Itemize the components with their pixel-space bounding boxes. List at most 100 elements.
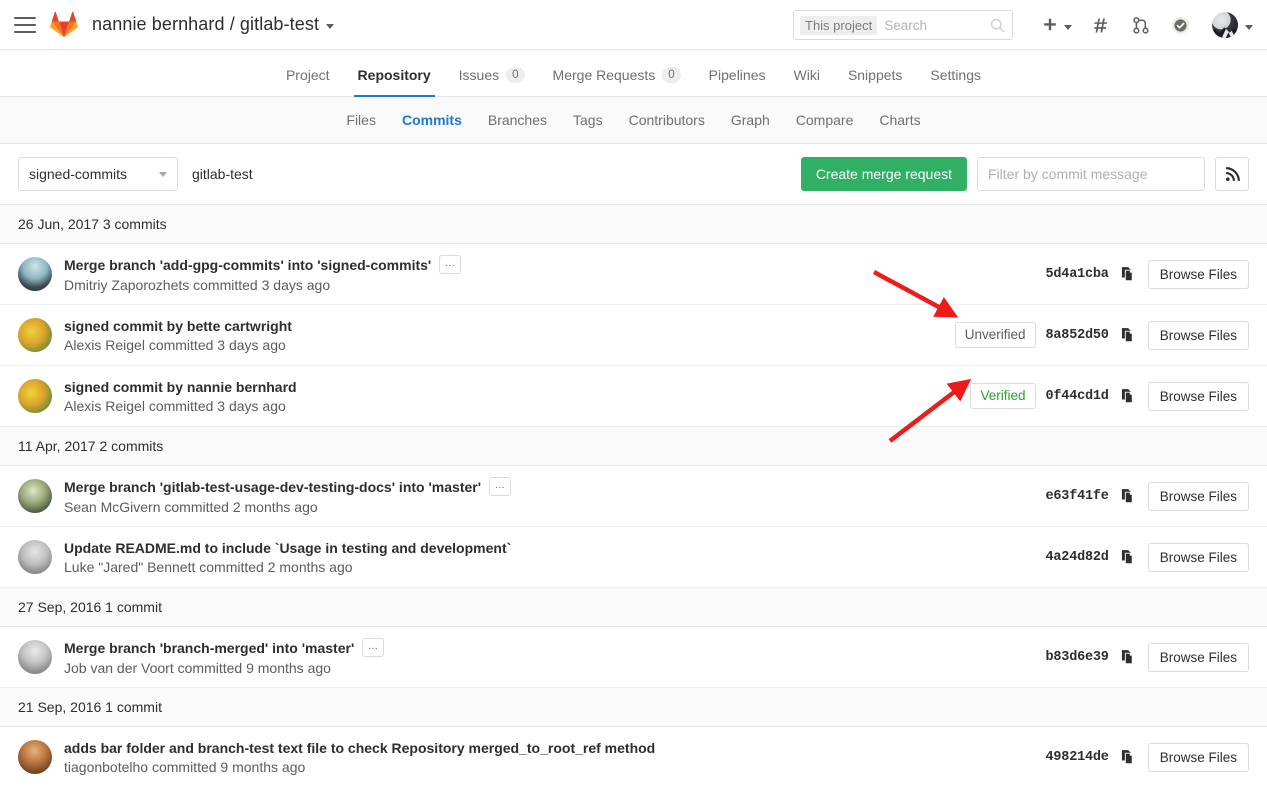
commit-title[interactable]: signed commit by bette cartwright xyxy=(64,318,945,334)
sub-nav-item-charts[interactable]: Charts xyxy=(866,112,933,128)
commit-row: Merge branch 'gitlab-test-usage-dev-test… xyxy=(0,466,1267,527)
commit-title[interactable]: Update README.md to include `Usage in te… xyxy=(64,540,1036,556)
user-menu-button[interactable] xyxy=(1201,0,1253,50)
expand-commit-description-button[interactable]: ... xyxy=(439,255,462,274)
commit-title[interactable]: Merge branch 'add-gpg-commits' into 'sig… xyxy=(64,255,1036,274)
commit-title-text: Merge branch 'gitlab-test-usage-dev-test… xyxy=(64,478,482,495)
copy-sha-button[interactable] xyxy=(1119,325,1138,345)
copy-icon xyxy=(1121,389,1133,404)
sub-nav-item-commits[interactable]: Commits xyxy=(389,112,475,128)
merge-requests-nav-button[interactable] xyxy=(1122,0,1160,50)
project-nav-item-snippets[interactable]: Snippets xyxy=(834,67,916,96)
browse-files-button[interactable]: Browse Files xyxy=(1147,259,1249,289)
commit-actions: Unverified 8a852d50 Browse Files xyxy=(954,320,1249,350)
search-box[interactable]: This project xyxy=(793,10,1013,40)
copy-sha-button[interactable] xyxy=(1119,486,1138,506)
commit-sha-link[interactable]: 8a852d50 xyxy=(1046,328,1109,343)
hash-icon xyxy=(1094,17,1108,33)
browse-files-button[interactable]: Browse Files xyxy=(1147,642,1249,672)
project-nav-item-wiki[interactable]: Wiki xyxy=(780,67,834,96)
commit-sha-link[interactable]: e63f41fe xyxy=(1046,489,1109,504)
project-nav-label: Issues xyxy=(458,67,500,83)
browse-files-button[interactable]: Browse Files xyxy=(1147,542,1249,572)
sub-nav-item-tags[interactable]: Tags xyxy=(560,112,616,128)
project-nav-label: Merge Requests xyxy=(552,67,656,83)
browse-files-button[interactable]: Browse Files xyxy=(1147,742,1249,772)
project-nav-item-project[interactable]: Project xyxy=(272,67,344,96)
sub-nav-item-compare[interactable]: Compare xyxy=(783,112,867,128)
project-nav-item-repository[interactable]: Repository xyxy=(344,67,445,97)
project-title[interactable]: nannie bernhard / gitlab-test xyxy=(92,14,335,35)
commit-title-text: Update README.md to include `Usage in te… xyxy=(64,539,512,556)
commit-meta: Job van der Voort committed 9 months ago xyxy=(64,660,331,676)
sub-nav-item-files[interactable]: Files xyxy=(333,112,389,128)
sub-nav-item-branches[interactable]: Branches xyxy=(475,112,560,128)
sub-nav-item-contributors[interactable]: Contributors xyxy=(616,112,718,128)
copy-sha-button[interactable] xyxy=(1119,647,1138,667)
copy-sha-button[interactable] xyxy=(1119,747,1138,767)
project-nav-label: Repository xyxy=(357,67,431,83)
copy-sha-button[interactable] xyxy=(1119,547,1138,567)
author-avatar[interactable] xyxy=(18,640,52,674)
project-nav-label: Project xyxy=(285,67,330,83)
breadcrumb[interactable]: gitlab-test xyxy=(192,166,253,182)
expand-commit-description-button[interactable]: ... xyxy=(362,638,385,657)
author-avatar[interactable] xyxy=(18,318,52,352)
commit-main: Merge branch 'branch-merged' into 'maste… xyxy=(64,638,1046,676)
commit-sha-link[interactable]: 498214de xyxy=(1046,750,1109,765)
project-nav-item-merge-requests[interactable]: Merge Requests 0 xyxy=(539,67,695,96)
commit-title[interactable]: signed commit by nannie bernhard xyxy=(64,379,960,395)
gitlab-tanuki-icon[interactable] xyxy=(50,11,78,38)
project-nav-label: Snippets xyxy=(847,67,903,83)
copy-icon xyxy=(1121,328,1133,343)
commit-sha-link[interactable]: 0f44cd1d xyxy=(1046,389,1109,404)
copy-sha-button[interactable] xyxy=(1119,264,1138,284)
commit-message-filter-input[interactable] xyxy=(977,157,1205,191)
commit-sha-link[interactable]: 4a24d82d xyxy=(1046,550,1109,565)
expand-commit-description-button[interactable]: ... xyxy=(489,477,511,496)
commit-title[interactable]: adds bar folder and branch-test text fil… xyxy=(64,740,1036,756)
browse-files-button[interactable]: Browse Files xyxy=(1147,481,1249,511)
commit-row: signed commit by nannie bernhard Alexis R… xyxy=(0,366,1267,427)
issues-nav-button[interactable] xyxy=(1083,0,1122,50)
commit-title-text: adds bar folder and branch-test text fil… xyxy=(64,739,656,756)
commit-meta: Sean McGivern committed 2 months ago xyxy=(64,499,318,515)
copy-icon xyxy=(1121,489,1133,504)
project-nav-item-settings[interactable]: Settings xyxy=(916,67,995,96)
browse-files-button[interactable]: Browse Files xyxy=(1147,381,1249,411)
commit-sha-link[interactable]: b83d6e39 xyxy=(1046,650,1109,665)
author-avatar[interactable] xyxy=(18,740,52,774)
copy-icon xyxy=(1121,750,1133,765)
author-avatar[interactable] xyxy=(18,540,52,574)
search-input[interactable] xyxy=(877,16,990,34)
merge-request-icon xyxy=(1133,16,1149,34)
author-avatar[interactable] xyxy=(18,379,52,413)
author-avatar[interactable] xyxy=(18,257,52,291)
commit-title[interactable]: Merge branch 'gitlab-test-usage-dev-test… xyxy=(64,477,1036,496)
commit-title[interactable]: Merge branch 'branch-merged' into 'maste… xyxy=(64,638,1036,657)
project-nav-item-issues[interactable]: Issues 0 xyxy=(445,67,539,96)
project-path-label: nannie bernhard / gitlab-test xyxy=(92,14,320,34)
create-merge-request-button[interactable]: Create merge request xyxy=(800,157,967,191)
commit-actions: 5d4a1cba Browse Files xyxy=(1046,259,1249,289)
hamburger-icon[interactable] xyxy=(14,16,36,33)
sub-nav-item-graph[interactable]: Graph xyxy=(718,112,783,128)
project-nav-item-pipelines[interactable]: Pipelines xyxy=(695,67,780,96)
branch-select[interactable]: signed-commits xyxy=(18,157,178,191)
rss-feed-icon xyxy=(1225,166,1240,181)
gpg-signature-badge-verified[interactable]: Verified xyxy=(970,383,1036,409)
commit-meta: Dmitriy Zaporozhets committed 3 days ago xyxy=(64,277,331,293)
commit-main: Update README.md to include `Usage in te… xyxy=(64,540,1046,575)
copy-sha-button[interactable] xyxy=(1119,386,1138,406)
gpg-signature-badge-unverified[interactable]: Unverified xyxy=(954,322,1036,348)
commit-sha-link[interactable]: 5d4a1cba xyxy=(1046,267,1109,282)
project-nav-label: Settings xyxy=(930,67,982,83)
author-avatar[interactable] xyxy=(18,479,52,513)
rss-feed-button[interactable] xyxy=(1215,157,1249,191)
search-scope-badge[interactable]: This project xyxy=(800,15,878,35)
todos-nav-button[interactable] xyxy=(1160,0,1201,50)
top-navbar: nannie bernhard / gitlab-test This proje… xyxy=(0,0,1267,50)
project-nav: Project Repository Issues 0 Merge Requests 0 P… xyxy=(0,50,1267,97)
new-item-button[interactable] xyxy=(1031,0,1083,50)
browse-files-button[interactable]: Browse Files xyxy=(1147,320,1249,350)
